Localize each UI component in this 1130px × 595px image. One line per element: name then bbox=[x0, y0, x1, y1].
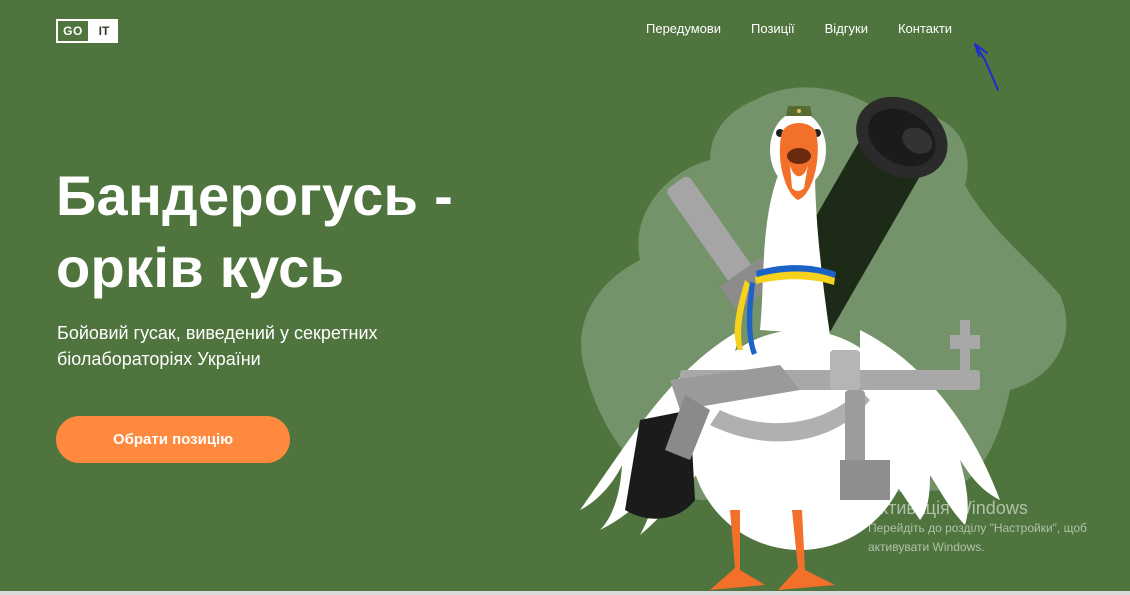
watermark-title: Активація Windows bbox=[868, 498, 1028, 518]
hero-subtitle-line2: біолабораторіях України bbox=[57, 349, 261, 370]
logo-it: IT bbox=[90, 19, 118, 43]
logo[interactable]: GO IT bbox=[56, 19, 118, 43]
nav-link-prerequisites[interactable]: Передумови bbox=[646, 21, 721, 36]
watermark-line2: активувати Windows. bbox=[868, 540, 985, 555]
nav-link-positions[interactable]: Позиції bbox=[751, 21, 795, 36]
hero-title: Бандерогусь - орків кусь bbox=[56, 160, 536, 303]
nav-link-contacts[interactable]: Контакти bbox=[898, 21, 952, 36]
nav-link-reviews[interactable]: Відгуки bbox=[825, 21, 868, 36]
windows-activation-watermark: Активація Windows Перейдіть до розділу "… bbox=[868, 498, 1130, 557]
watermark-line1: Перейдіть до розділу "Настройки", щоб bbox=[868, 521, 1087, 535]
bottom-strip bbox=[0, 591, 1130, 595]
hero-title-line2: орків кусь bbox=[56, 235, 345, 299]
choose-position-button[interactable]: Обрати позицію bbox=[56, 416, 290, 463]
hero-subtitle-line1: Бойовий гусак, виведений у секретних bbox=[57, 323, 378, 343]
hero-title-line1: Бандерогусь - bbox=[56, 164, 454, 227]
hero-subtitle: Бойовий гусак, виведений у секретних біо… bbox=[57, 320, 457, 372]
arrow-annotation-icon bbox=[974, 43, 999, 91]
logo-go: GO bbox=[56, 19, 90, 43]
main-nav: Передумови Позиції Відгуки Контакти bbox=[646, 21, 952, 36]
